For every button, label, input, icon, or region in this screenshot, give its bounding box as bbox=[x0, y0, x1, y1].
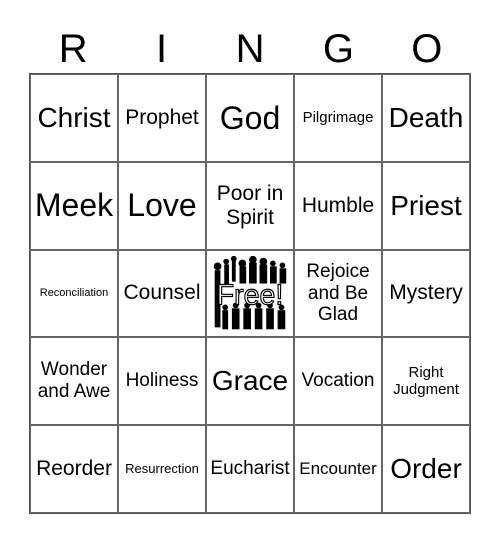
bingo-cell[interactable]: Love bbox=[118, 161, 206, 250]
bingo-cell[interactable]: Wonder and Awe bbox=[30, 337, 118, 426]
bingo-cell[interactable]: Reconciliation bbox=[30, 249, 118, 338]
header-letter-r: R bbox=[58, 27, 88, 71]
bingo-cell[interactable]: Prophet bbox=[118, 74, 206, 162]
bingo-cell[interactable]: Priest bbox=[382, 161, 470, 250]
bingo-cell[interactable]: Counsel bbox=[118, 249, 206, 338]
bingo-cell-text: Love bbox=[127, 187, 197, 224]
bingo-cell[interactable]: Pilgrimage bbox=[294, 74, 382, 162]
header-letter-o: O bbox=[411, 27, 443, 71]
bingo-cell[interactable]: Death bbox=[382, 74, 470, 162]
header-letter-i: I bbox=[156, 27, 168, 71]
bingo-cell-text: Vocation bbox=[301, 370, 375, 392]
bingo-card-grid: Christ Prophet God Pilgrimage Death Meek Love P… bbox=[29, 73, 471, 514]
bingo-cell[interactable]: Vocation bbox=[294, 337, 382, 426]
bingo-cell[interactable]: Rejoice and Be Glad bbox=[294, 249, 382, 338]
bingo-cell-text: Wonder and Awe bbox=[37, 359, 111, 403]
bingo-cell[interactable]: Resurrection bbox=[118, 425, 206, 513]
bingo-cell-text: God bbox=[219, 99, 281, 136]
bingo-cell-text: Priest bbox=[390, 189, 462, 221]
crowd-silhouette-icon: Free! bbox=[213, 255, 287, 329]
bingo-cell-text: Pilgrimage bbox=[302, 109, 374, 127]
bingo-cell-text: Reorder bbox=[36, 457, 112, 481]
svg-text:Free!: Free! bbox=[217, 279, 284, 311]
bingo-cell[interactable]: Grace bbox=[206, 337, 294, 426]
header-letter-n: N bbox=[235, 27, 265, 71]
bingo-cell[interactable]: God bbox=[206, 74, 294, 162]
bingo-cell-text: Counsel bbox=[123, 281, 201, 305]
free-space-cell[interactable]: Free!Free! bbox=[206, 249, 294, 338]
bingo-cell-text: Grace bbox=[211, 365, 289, 397]
bingo-cell-text: Reconciliation bbox=[39, 287, 109, 300]
bingo-cell[interactable]: Reorder bbox=[30, 425, 118, 513]
bingo-cell[interactable]: Eucharist bbox=[206, 425, 294, 513]
bingo-cell[interactable]: Holiness bbox=[118, 337, 206, 426]
bingo-cell-text: Encounter bbox=[299, 459, 377, 479]
bingo-cell[interactable]: Christ bbox=[30, 74, 118, 162]
bingo-cell-text: Death bbox=[388, 101, 464, 133]
bingo-cell-text: Eucharist bbox=[210, 458, 290, 480]
bingo-cell-text: Mystery bbox=[389, 281, 463, 305]
bingo-cell-text: Prophet bbox=[125, 105, 199, 129]
bingo-cell[interactable]: Right Judgment bbox=[382, 337, 470, 426]
bingo-cell-text: Holiness bbox=[125, 370, 199, 392]
bingo-cell-text: Right Judgment bbox=[393, 364, 459, 399]
bingo-cell-text: Resurrection bbox=[125, 460, 199, 476]
bingo-cell[interactable]: Meek bbox=[30, 161, 118, 250]
bingo-cell-text: Humble bbox=[301, 193, 375, 217]
bingo-header: R I N G O bbox=[29, 24, 471, 74]
bingo-cell[interactable]: Encounter bbox=[294, 425, 382, 513]
bingo-cell-text: Order bbox=[390, 453, 462, 484]
bingo-cell[interactable]: Mystery bbox=[382, 249, 470, 338]
bingo-cell-text: Rejoice and Be Glad bbox=[306, 260, 370, 326]
bingo-cell-text: Poor in Spirit bbox=[216, 181, 284, 229]
bingo-cell[interactable]: Order bbox=[382, 425, 470, 513]
bingo-cell-text: Meek bbox=[34, 187, 114, 224]
bingo-cell[interactable]: Poor in Spirit bbox=[206, 161, 294, 250]
bingo-cell-text: Christ bbox=[37, 101, 111, 133]
header-letter-g: G bbox=[322, 27, 354, 71]
bingo-cell[interactable]: Humble bbox=[294, 161, 382, 250]
